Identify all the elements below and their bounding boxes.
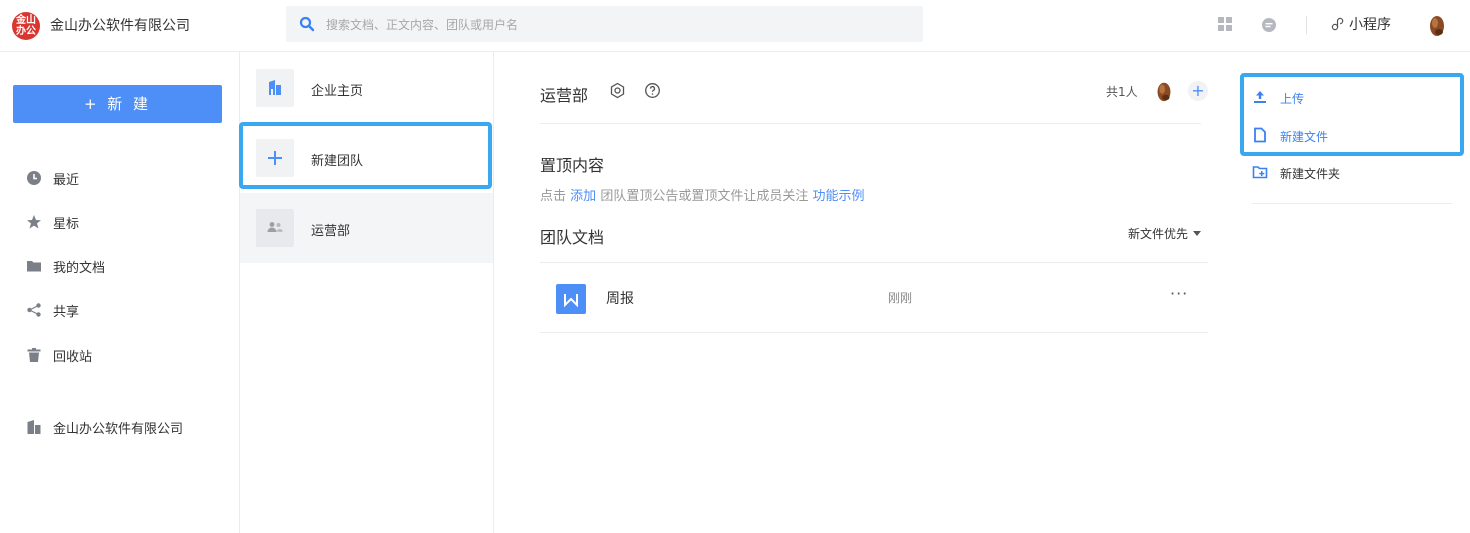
help-icon[interactable] [644, 82, 661, 99]
sidebar-item-label: 我的文档 [53, 261, 106, 276]
file-time: 刚刚 [888, 291, 913, 305]
link-icon [1331, 17, 1344, 31]
new-button[interactable]: + 新 建 [13, 85, 222, 123]
team-item-label: 运营部 [311, 224, 351, 239]
new-folder-icon [1252, 166, 1268, 179]
divider [540, 262, 1208, 263]
divider [540, 123, 1201, 124]
building-icon [269, 80, 281, 95]
settings-icon[interactable] [609, 82, 626, 99]
sidebar-item-label: 金山办公软件有限公司 [53, 422, 184, 437]
column-divider [493, 52, 494, 533]
folder-icon [27, 261, 41, 272]
team-icon-box [256, 139, 294, 177]
building-icon [27, 420, 41, 434]
clock-icon [27, 171, 41, 185]
new-file-label: 新建文件 [1280, 130, 1329, 144]
chevron-down-icon [1193, 231, 1202, 236]
member-avatar[interactable] [1152, 79, 1176, 103]
search-input[interactable]: 搜索文档、正文内容、团队或用户名 [326, 16, 518, 33]
apps-grid-icon[interactable] [1218, 17, 1233, 32]
highlight-actions [1240, 73, 1464, 156]
star-icon [27, 215, 41, 229]
team-item-label: 企业主页 [311, 84, 364, 99]
mini-program-label: 小程序 [1349, 17, 1391, 33]
team-icon-box [256, 69, 294, 107]
mini-program-button[interactable]: 小程序 [1331, 14, 1391, 34]
pinned-hint-mid: 团队置顶公告或置顶文件让成员关注 [600, 189, 809, 204]
team-item-label: 新建团队 [311, 154, 364, 169]
user-avatar[interactable] [1424, 12, 1450, 38]
member-count[interactable]: 共1人 [1106, 83, 1138, 100]
docs-title: 团队文档 [540, 228, 605, 247]
sort-dropdown[interactable]: 新文件优先 [1128, 225, 1202, 242]
more-options-button[interactable]: ··· [1170, 284, 1188, 303]
logo-text: 金山 办公 [16, 15, 36, 37]
sidebar-item-label: 回收站 [53, 350, 93, 365]
add-member-button[interactable]: + [1188, 81, 1208, 101]
divider [1306, 16, 1307, 34]
team-item-new-team[interactable]: 新建团队 [240, 123, 493, 193]
sidebar-item-label: 共享 [53, 305, 80, 320]
avatar-image [1424, 12, 1450, 38]
divider [540, 332, 1208, 333]
file-row[interactable]: 周报 刚刚 ··· [540, 264, 1208, 332]
file-icon [1254, 127, 1266, 143]
new-folder-label: 新建文件夹 [1280, 167, 1341, 181]
sidebar-item-label: 最近 [53, 173, 80, 188]
message-icon[interactable] [1260, 16, 1278, 34]
pinned-hint-pre: 点击 [540, 189, 567, 204]
feature-example-link[interactable]: 功能示例 [812, 189, 864, 204]
sidebar-item-label: 星标 [53, 217, 80, 232]
pinned-title: 置顶内容 [540, 156, 605, 175]
upload-icon [1254, 91, 1266, 103]
team-icon-box [256, 209, 294, 247]
sort-label: 新文件优先 [1128, 227, 1189, 241]
file-name[interactable]: 周报 [606, 288, 634, 308]
company-logo[interactable]: 金山 办公 [12, 12, 40, 40]
team-icon [267, 222, 283, 232]
divider [1252, 203, 1452, 204]
trash-icon [27, 348, 41, 362]
avatar-image [1152, 79, 1176, 103]
pinned-hint: 点击 添加 团队置顶公告或置顶文件让成员关注 功能示例 [540, 185, 864, 204]
team-item-operations[interactable]: 运营部 [240, 193, 493, 263]
team-title: 运营部 [540, 86, 589, 105]
add-pinned-link[interactable]: 添加 [570, 189, 596, 204]
top-bar: 金山 办公 金山办公软件有限公司 搜索文档、正文内容、团队或用户名 小程序 [0, 0, 1470, 52]
upload-label: 上传 [1280, 92, 1305, 106]
search-icon [299, 16, 315, 32]
search-box[interactable]: 搜索文档、正文内容、团队或用户名 [286, 6, 923, 42]
team-item-company-home[interactable]: 企业主页 [240, 53, 493, 123]
share-icon [27, 303, 41, 317]
word-doc-icon [556, 284, 586, 314]
company-name[interactable]: 金山办公软件有限公司 [50, 15, 190, 35]
plus-icon [268, 151, 282, 165]
